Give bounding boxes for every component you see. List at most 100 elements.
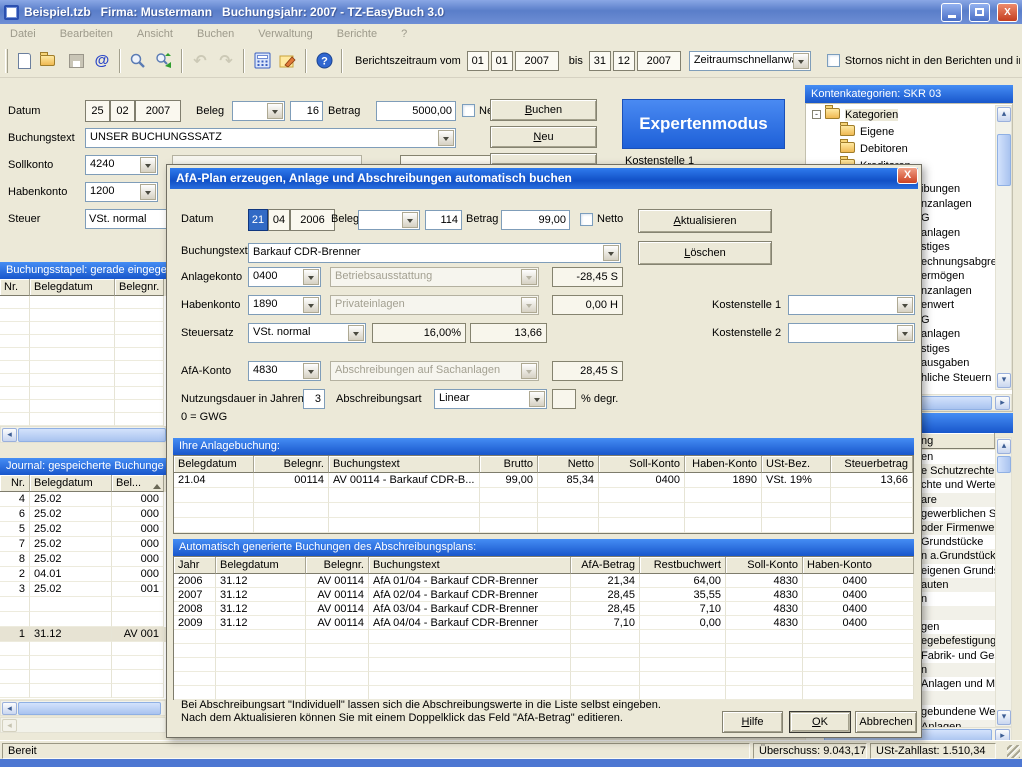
scroll-left-icon[interactable]: ◂	[2, 702, 17, 715]
loeschen-button[interactable]: Löschen	[638, 241, 772, 265]
period-from-day[interactable]: 01	[467, 51, 489, 71]
scroll-right-icon[interactable]: ▸	[995, 396, 1010, 410]
scroll-thumb[interactable]	[18, 428, 166, 442]
betrag-field[interactable]: 5000,00	[376, 101, 456, 121]
abbrechen-button[interactable]: Abbrechen	[855, 711, 917, 733]
column-header[interactable]: Bel...	[112, 475, 164, 492]
datum-year-field[interactable]: 2007	[135, 100, 181, 122]
journal-selected-row[interactable]: 1 31.12 AV 001	[0, 627, 166, 642]
chevron-down-icon[interactable]	[303, 297, 319, 313]
chevron-down-icon[interactable]	[438, 130, 454, 146]
period-from-month[interactable]: 01	[491, 51, 513, 71]
journal-hscrollbar-2[interactable]: ◂	[0, 717, 166, 733]
scroll-up-icon[interactable]: ▴	[997, 107, 1011, 122]
anlagebuchung-table-body[interactable]: 21.0400114AV 00114 - Barkauf CDR-B...99,…	[174, 473, 913, 533]
column-header[interactable]: Belegnr.	[115, 279, 164, 296]
ok-button[interactable]: OK	[789, 711, 851, 733]
tree-item-kategorien[interactable]: -Kategorien	[812, 107, 898, 123]
scroll-down-icon[interactable]: ▾	[997, 710, 1011, 725]
tree-item-eigene[interactable]: Eigene	[840, 124, 894, 140]
column-header[interactable]: Belegnr.	[306, 557, 369, 574]
dlg-betrag-field[interactable]: 99,00	[501, 210, 570, 230]
chevron-down-icon[interactable]	[140, 157, 156, 173]
journal-table-body[interactable]: 425.02000625.02000525.02000725.02000825.…	[0, 492, 166, 627]
column-header[interactable]: Brutto	[480, 456, 538, 473]
menu-ansicht[interactable]: Ansicht	[137, 28, 173, 40]
datum-month-field[interactable]: 02	[110, 100, 135, 122]
resize-grip[interactable]	[1007, 745, 1020, 758]
menu-berichte[interactable]: Berichte	[337, 28, 377, 40]
stack-table-body[interactable]	[0, 296, 166, 426]
aktualisieren-button[interactable]: Aktualisieren	[638, 209, 772, 233]
tree-item-debitoren[interactable]: Debitoren	[840, 141, 908, 157]
stornos-checkbox[interactable]	[827, 54, 840, 67]
scroll-thumb[interactable]	[18, 702, 161, 715]
scroll-thumb[interactable]	[997, 134, 1011, 186]
column-header[interactable]: Nr.	[0, 475, 30, 492]
chevron-down-icon[interactable]	[140, 184, 156, 200]
column-header[interactable]: Haben-Konto	[803, 557, 914, 574]
menu-bearbeiten[interactable]: Bearbeiten	[60, 28, 113, 40]
journal-hscrollbar[interactable]: ◂	[0, 700, 166, 716]
abschreibungsart-combo[interactable]: Linear	[434, 389, 547, 409]
search-icon[interactable]	[125, 48, 151, 74]
column-header[interactable]: Soll-Konto	[599, 456, 685, 473]
plan-table-body[interactable]: 200631.12AV 00114AfA 01/04 - Barkauf CDR…	[174, 574, 913, 700]
kostenstelle1-combo[interactable]	[788, 295, 915, 315]
neu-button[interactable]: Neu	[490, 126, 597, 148]
stack-hscrollbar[interactable]: ◂	[0, 426, 166, 443]
column-header[interactable]: Haben-Konto	[685, 456, 762, 473]
buchen-button[interactable]: Buchen	[490, 99, 597, 121]
column-header[interactable]: Netto	[538, 456, 599, 473]
chevron-down-icon[interactable]	[603, 245, 619, 261]
dlg-buchungstext-combo[interactable]: Barkauf CDR-Brenner	[248, 243, 621, 263]
column-header[interactable]: AfA-Betrag	[571, 557, 640, 574]
scroll-left-icon[interactable]: ◂	[2, 719, 17, 732]
period-to-year[interactable]: 2007	[637, 51, 681, 71]
collapse-icon[interactable]: -	[812, 110, 821, 119]
help-icon[interactable]: ?	[311, 48, 337, 74]
dlg-beleg-combo[interactable]	[358, 210, 420, 230]
open-file-icon[interactable]	[37, 48, 63, 74]
calculator-icon[interactable]	[249, 48, 275, 74]
scroll-up-icon[interactable]: ▴	[997, 439, 1011, 454]
column-header[interactable]: Nr.	[0, 279, 30, 296]
titlebar[interactable]: Beispiel.tzb Firma: Mustermann Buchungsj…	[0, 0, 1022, 24]
chevron-down-icon[interactable]	[303, 269, 319, 285]
buchungstext-combo[interactable]: UNSER BUCHUNGSSATZ	[85, 128, 456, 148]
dlg-habenkonto-combo[interactable]: 1890	[248, 295, 321, 315]
datum-day-field[interactable]: 25	[85, 100, 110, 122]
column-header[interactable]: USt-Bez.	[762, 456, 831, 473]
minimize-button[interactable]	[941, 3, 962, 22]
beleg-combo[interactable]	[232, 101, 285, 121]
menu-datei[interactable]: Datei	[10, 28, 36, 40]
maximize-button[interactable]	[969, 3, 990, 22]
chevron-down-icon[interactable]	[897, 297, 913, 313]
column-header[interactable]: Buchungstext	[369, 557, 571, 574]
dlg-datum-day-field[interactable]: 21	[248, 209, 268, 231]
redo-icon[interactable]: ↷	[213, 48, 239, 74]
dlg-datum-month-field[interactable]: 04	[268, 209, 290, 231]
scroll-thumb[interactable]	[997, 456, 1011, 473]
dlg-beleg-nr-field[interactable]: 114	[425, 210, 462, 230]
menu-buchen[interactable]: Buchen	[197, 28, 234, 40]
beleg-nr-field[interactable]: 16	[290, 101, 323, 121]
period-to-month[interactable]: 12	[613, 51, 635, 71]
column-header[interactable]: Belegdatum	[174, 456, 254, 473]
scroll-left-icon[interactable]: ◂	[2, 428, 17, 442]
undo-icon[interactable]: ↶	[187, 48, 213, 74]
save-icon[interactable]	[63, 48, 89, 74]
dialog-titlebar[interactable]: AfA-Plan erzeugen, Anlage und Abschreibu…	[170, 168, 918, 189]
sollkonto-combo[interactable]: 4240	[85, 155, 158, 175]
column-header[interactable]: Belegnr.	[254, 456, 329, 473]
search-replace-icon[interactable]	[151, 48, 177, 74]
hilfe-button[interactable]: Hilfe	[722, 711, 783, 733]
period-quick-select[interactable]: Zeitraumschnellanwahl	[689, 51, 811, 71]
chevron-down-icon[interactable]	[529, 391, 545, 407]
chevron-down-icon[interactable]	[348, 325, 364, 341]
close-button[interactable]: X	[997, 3, 1018, 22]
chevron-down-icon[interactable]	[303, 363, 319, 379]
scroll-down-icon[interactable]: ▾	[997, 373, 1011, 388]
column-header[interactable]: Restbuchwert	[640, 557, 726, 574]
nutzungsdauer-field[interactable]: 3	[303, 389, 325, 409]
